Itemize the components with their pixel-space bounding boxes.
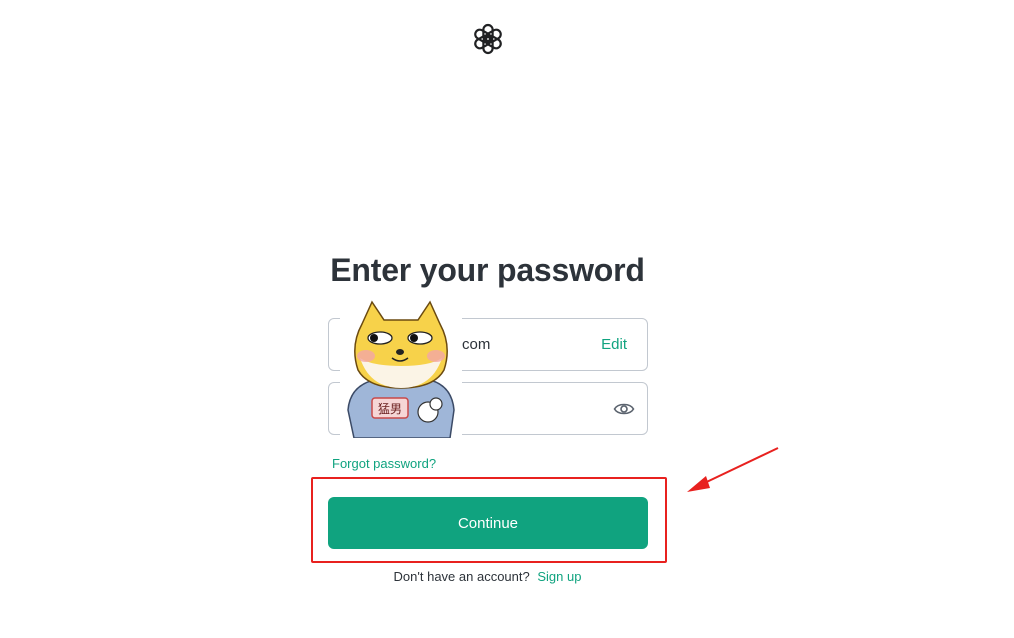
eye-icon[interactable] [613, 400, 635, 418]
signup-link[interactable]: Sign up [537, 569, 581, 584]
email-value: com [462, 336, 491, 353]
login-page: Enter your password com Edit Forgot pass… [0, 0, 1014, 638]
forgot-password-link[interactable]: Forgot password? [332, 456, 436, 471]
annotation-arrow-icon [687, 447, 779, 492]
page-title: Enter your password [330, 252, 645, 288]
cartoon-dog-sticker-icon: 猛男 [340, 300, 462, 438]
sticker-label: 猛男 [378, 402, 402, 416]
continue-button[interactable]: Continue [328, 497, 648, 549]
openai-logo-icon [474, 23, 502, 55]
signup-prompt: Don't have an account? [393, 569, 530, 584]
signup-row: Don't have an account? Sign up [0, 569, 975, 584]
edit-email-link[interactable]: Edit [601, 336, 627, 353]
